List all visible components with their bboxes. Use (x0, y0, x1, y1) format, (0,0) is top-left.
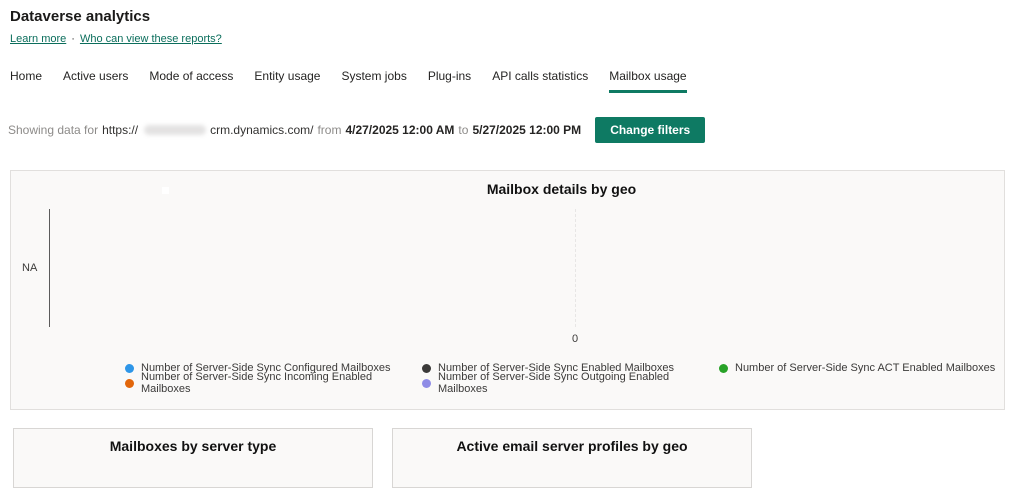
filter-bar: Showing data for https:// crm.dynamics.c… (0, 117, 1011, 143)
to-label: to (458, 123, 469, 137)
legend-dot-black-icon (422, 363, 431, 373)
page-header: Dataverse analytics Learn more · Who can v… (0, 0, 1011, 45)
y-axis-category-label: NA (22, 262, 38, 274)
tab-api-calls-statistics[interactable]: API calls statistics (492, 69, 588, 93)
legend-item-act-enabled[interactable]: Number of Server-Side Sync ACT Enabled M… (719, 361, 995, 375)
change-filters-button[interactable]: Change filters (595, 117, 706, 143)
chart-legend: Number of Server-Side Sync Configured Ma… (125, 361, 995, 395)
tab-mode-of-access[interactable]: Mode of access (149, 69, 233, 93)
tab-home[interactable]: Home (10, 69, 42, 93)
legend-item-outgoing-enabled[interactable]: Number of Server-Side Sync Outgoing Enab… (422, 371, 719, 395)
mailbox-details-chart-panel: Mailbox details by geo NA 0 Number of Se… (10, 170, 1005, 410)
legend-dot-blue-icon (125, 363, 134, 373)
tab-plug-ins[interactable]: Plug-ins (428, 69, 471, 93)
panel-title: Active email server profiles by geo (456, 438, 688, 454)
legend-label: Number of Server-Side Sync Incoming Enab… (141, 371, 373, 395)
legend-dot-green-icon (719, 363, 728, 373)
legend-label: Number of Server-Side Sync Outgoing Enab… (438, 371, 670, 395)
who-can-view-link[interactable]: Who can view these reports? (80, 33, 222, 45)
page-title: Dataverse analytics (10, 8, 151, 25)
from-label: from (317, 123, 342, 137)
x-axis-tick-0: 0 (571, 333, 579, 345)
showing-data-label: Showing data for (8, 123, 99, 137)
date-range-start: 4/27/2025 12:00 AM (345, 123, 455, 137)
redacted-org-name (144, 125, 207, 135)
environment-url-suffix: crm.dynamics.com/ (210, 123, 314, 137)
chart-title: Mailbox details by geo (486, 181, 637, 197)
learn-more-link[interactable]: Learn more (10, 33, 66, 45)
legend-dot-orange-icon (125, 378, 134, 388)
date-range-end: 5/27/2025 12:00 PM (472, 123, 582, 137)
tab-active-users[interactable]: Active users (63, 69, 128, 93)
environment-url-prefix: https:// (102, 123, 139, 137)
legend-dot-purple-icon (422, 378, 431, 388)
panel-title: Mailboxes by server type (109, 438, 277, 454)
chart-zero-gridline (575, 209, 576, 327)
active-email-server-profiles-panel: Active email server profiles by geo (392, 428, 752, 488)
legend-label: Number of Server-Side Sync ACT Enabled M… (735, 362, 996, 374)
tab-mailbox-usage[interactable]: Mailbox usage (609, 69, 687, 93)
chart-y-axis (49, 209, 50, 327)
link-separator: · (71, 33, 75, 45)
tab-entity-usage[interactable]: Entity usage (254, 69, 320, 93)
mailboxes-by-server-type-panel: Mailboxes by server type (13, 428, 373, 488)
bottom-panels-row: Mailboxes by server type Active email se… (13, 428, 752, 488)
legend-item-incoming-enabled[interactable]: Number of Server-Side Sync Incoming Enab… (125, 371, 422, 395)
report-tabs: Home Active users Mode of access Entity … (0, 69, 1011, 93)
header-links: Learn more · Who can view these reports? (10, 33, 1011, 45)
tab-system-jobs[interactable]: System jobs (341, 69, 406, 93)
